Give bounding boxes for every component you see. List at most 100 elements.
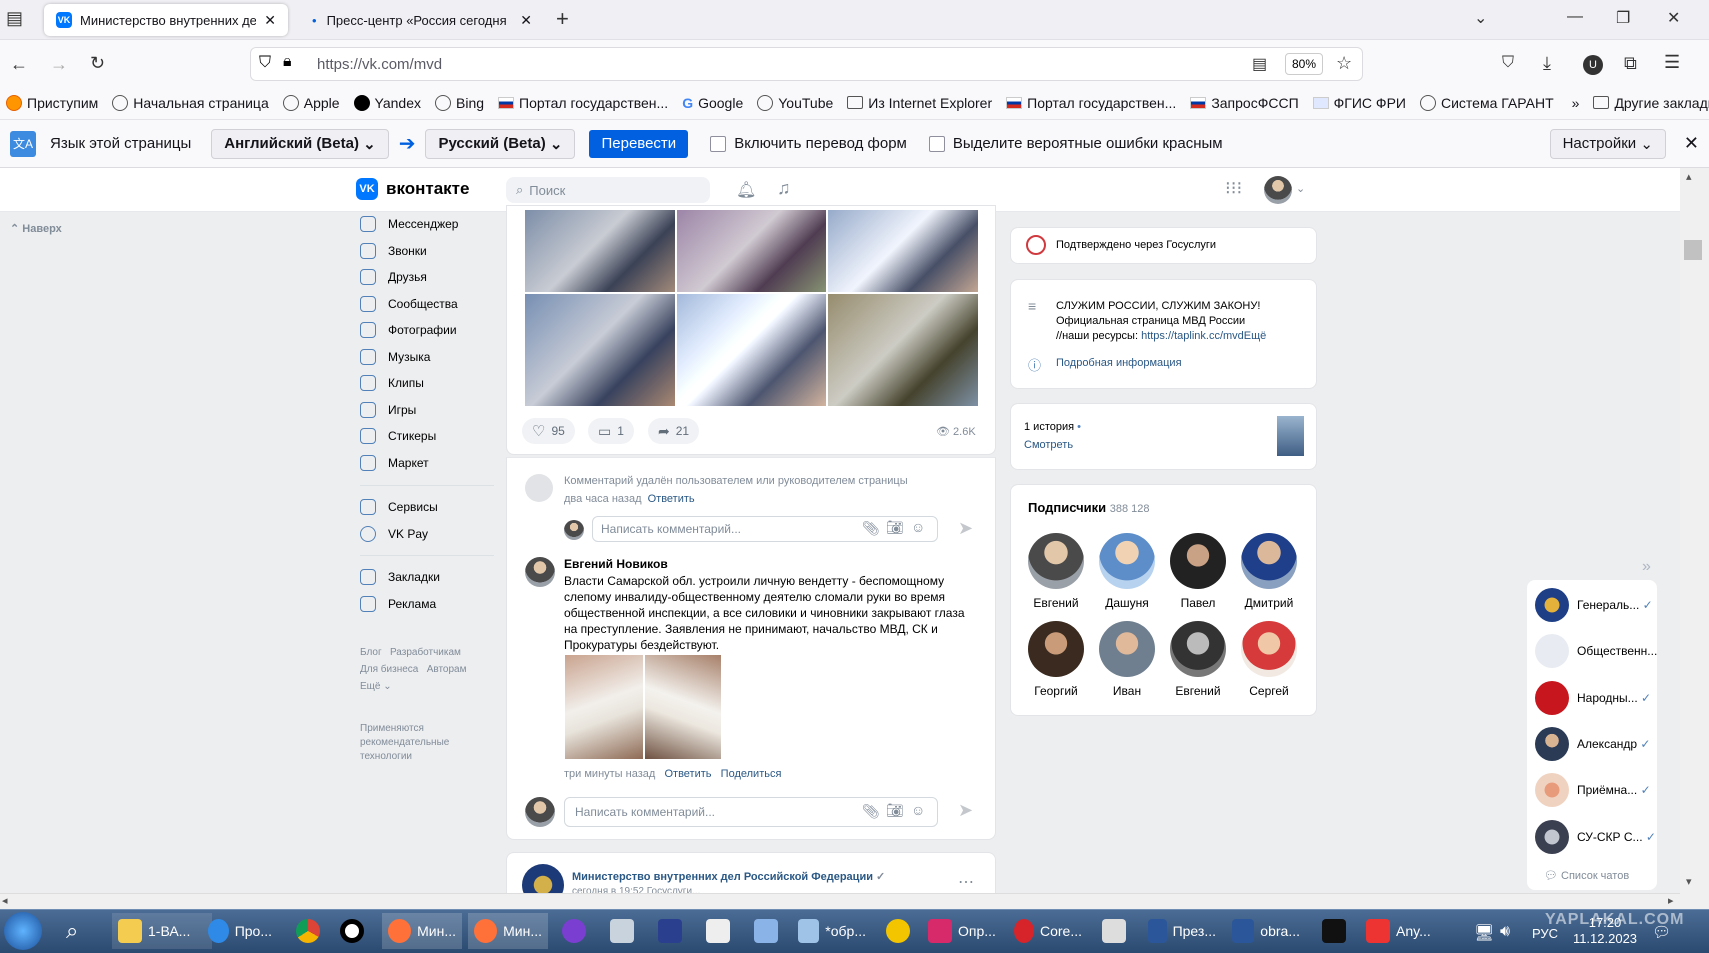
horizontal-scrollbar[interactable] bbox=[0, 893, 1680, 909]
notification-icon[interactable]: 💬︎ bbox=[1652, 923, 1671, 941]
menu-item-friends[interactable]: Друзья bbox=[360, 269, 427, 285]
write-comment-input[interactable]: Написать комментарий... bbox=[564, 797, 938, 827]
stories-see-link[interactable]: Смотреть bbox=[1024, 439, 1073, 451]
comment-author[interactable]: Евгений Новиков bbox=[564, 557, 668, 571]
translate-button[interactable]: Перевести bbox=[589, 129, 689, 158]
pocket-icon[interactable]: ⛉ bbox=[1502, 54, 1514, 72]
share-link[interactable]: Поделиться bbox=[721, 768, 782, 780]
url-bar[interactable]: ⛉ 🔒︎ https://vk.com/mvd bbox=[250, 47, 1363, 81]
taplink-link[interactable]: https://taplink.cc/mvdЕщё bbox=[1141, 330, 1266, 342]
comment-photo[interactable] bbox=[645, 655, 721, 759]
lock-icon[interactable]: 🔒︎ bbox=[283, 53, 292, 71]
reload-icon[interactable]: ↻ bbox=[90, 53, 105, 74]
more-options-icon[interactable]: ⋯ bbox=[958, 872, 974, 892]
list-tabs-icon[interactable]: ⌄ bbox=[1474, 8, 1487, 28]
tray-network-icon[interactable]: 🖥︎ bbox=[1474, 923, 1494, 943]
vk-search-input[interactable]: ⌕ Поиск bbox=[506, 177, 710, 203]
emoji-icon[interactable]: ☺ bbox=[911, 802, 925, 818]
taskbar-item[interactable]: Мин... bbox=[382, 913, 462, 949]
scroll-down-icon[interactable]: ▾ bbox=[1686, 875, 1692, 888]
bookmark-star-icon[interactable]: ☆ bbox=[1336, 53, 1352, 74]
notifications-bell-icon[interactable]: 🔔︎ bbox=[736, 180, 756, 200]
chat-list-footer[interactable]: 💬︎ Список чатов bbox=[1544, 869, 1629, 882]
menu-item-services[interactable]: Сервисы bbox=[360, 499, 438, 515]
send-icon[interactable]: ➤ bbox=[958, 518, 973, 539]
tab-press-center[interactable]: • Пресс-центр «Россия сегодня ✕ bbox=[300, 4, 544, 36]
bookmark-item[interactable]: Yandex bbox=[353, 94, 421, 111]
menu-item-calls[interactable]: Звонки bbox=[360, 243, 427, 259]
chat-item[interactable]: Генераль... ✓ bbox=[1535, 588, 1660, 622]
post-photo[interactable] bbox=[677, 210, 826, 292]
start-button[interactable] bbox=[4, 912, 42, 950]
download-icon[interactable]: ⤓ bbox=[1543, 53, 1551, 74]
taskbar-item[interactable] bbox=[700, 913, 742, 949]
menu-item-clips[interactable]: Клипы bbox=[360, 375, 424, 391]
taskbar-item[interactable] bbox=[604, 913, 646, 949]
subscriber-avatar[interactable] bbox=[1028, 533, 1084, 589]
menu-item-ads[interactable]: Реклама bbox=[360, 596, 436, 612]
ublock-icon[interactable]: U bbox=[1583, 55, 1603, 75]
comment-button[interactable]: ▭ 1 bbox=[588, 418, 634, 444]
tab-list-icon[interactable]: ▤ bbox=[6, 8, 23, 29]
taskbar-item[interactable]: obra... bbox=[1226, 913, 1306, 949]
taskbar-item[interactable] bbox=[556, 913, 598, 949]
attach-icon[interactable]: 📎︎ bbox=[862, 520, 880, 537]
subscriber-avatar[interactable] bbox=[1099, 621, 1155, 677]
taskbar-item[interactable]: Мин... bbox=[468, 913, 548, 949]
bookmark-item[interactable]: ЗапросФССП bbox=[1190, 95, 1299, 111]
reader-view-icon[interactable]: ▤ bbox=[1252, 54, 1267, 74]
subscriber-name[interactable]: Евгений bbox=[1166, 684, 1230, 698]
taskbar-item[interactable]: Опр... bbox=[922, 913, 1002, 949]
apps-grid-icon[interactable]: ⁝⁝⁝ bbox=[1225, 178, 1242, 199]
taskbar-item[interactable]: Any... bbox=[1360, 913, 1440, 949]
subscriber-name[interactable]: Евгений bbox=[1024, 596, 1088, 610]
subscriber-name[interactable]: Сергей bbox=[1237, 684, 1301, 698]
translate-settings-button[interactable]: Настройки ⌄ bbox=[1549, 128, 1666, 159]
attach-icon[interactable]: 📎︎ bbox=[862, 803, 880, 820]
reply-link[interactable]: Ответить bbox=[648, 493, 695, 505]
scroll-up-icon[interactable]: ▴ bbox=[1686, 170, 1692, 183]
taskbar-item[interactable]: *обр... bbox=[792, 913, 872, 949]
chat-item[interactable]: Общественн... bbox=[1535, 634, 1660, 668]
close-tab-icon[interactable]: ✕ bbox=[264, 12, 276, 29]
chevron-down-icon[interactable]: ⌄ bbox=[1296, 182, 1305, 195]
post-photo[interactable] bbox=[828, 294, 978, 406]
subscriber-name[interactable]: Павел bbox=[1166, 596, 1230, 610]
taskbar-item[interactable]: 1-ВА... bbox=[112, 913, 212, 949]
camera-icon[interactable]: 📷︎ bbox=[886, 802, 904, 819]
bookmark-item[interactable]: Система ГАРАНТ bbox=[1419, 94, 1554, 111]
scroll-right-icon[interactable]: ▸ bbox=[1668, 894, 1674, 907]
subscriber-avatar[interactable] bbox=[1241, 533, 1297, 589]
emoji-icon[interactable]: ☺ bbox=[911, 519, 925, 535]
forward-icon[interactable]: → bbox=[50, 54, 68, 75]
more-bookmarks-icon[interactable]: » bbox=[1572, 95, 1580, 111]
chat-item[interactable]: СУ-СКР С... ✓ bbox=[1535, 820, 1660, 854]
menu-item-market[interactable]: Маркет bbox=[360, 455, 429, 471]
translate-forms-checkbox[interactable] bbox=[710, 135, 727, 152]
post-photo[interactable] bbox=[525, 210, 675, 292]
subscribers-title[interactable]: Подписчики 388 128 bbox=[1028, 500, 1150, 515]
next-post-author[interactable]: Министерство внутренних дел Российской Ф… bbox=[572, 870, 885, 883]
url-text[interactable]: https://vk.com/mvd bbox=[317, 56, 442, 73]
vk-logo[interactable]: VK вконтакте bbox=[356, 178, 469, 200]
bookmark-item[interactable]: Приступим bbox=[6, 94, 98, 111]
chat-item[interactable]: Александр ✓ bbox=[1535, 727, 1660, 761]
taskbar-item[interactable] bbox=[334, 913, 376, 949]
bookmark-item[interactable]: Bing bbox=[435, 94, 484, 111]
story-thumbnail[interactable] bbox=[1277, 416, 1304, 456]
taskbar-item[interactable]: През... bbox=[1142, 913, 1222, 949]
share-button[interactable]: ➦ 21 bbox=[648, 418, 700, 444]
extensions-icon[interactable]: ⧉ bbox=[1624, 53, 1637, 74]
chat-item[interactable]: Приёмна... ✓ bbox=[1535, 773, 1660, 807]
taskbar-item[interactable] bbox=[748, 913, 790, 949]
from-language-select[interactable]: Английский (Beta) ⌄ bbox=[211, 128, 389, 159]
subscriber-name[interactable]: Дашуня bbox=[1095, 596, 1159, 610]
menu-icon[interactable]: ☰ bbox=[1664, 52, 1680, 73]
new-tab-icon[interactable]: + bbox=[556, 6, 569, 32]
bookmark-item[interactable]: Apple bbox=[282, 94, 340, 111]
bookmark-item[interactable]: Портал государствен... bbox=[498, 95, 668, 111]
menu-item-messenger[interactable]: Мессенджер bbox=[360, 216, 458, 232]
reply-link[interactable]: Ответить bbox=[664, 768, 711, 780]
more-info-link[interactable]: Подробная информация bbox=[1056, 357, 1182, 369]
subscriber-avatar[interactable] bbox=[1170, 621, 1226, 677]
